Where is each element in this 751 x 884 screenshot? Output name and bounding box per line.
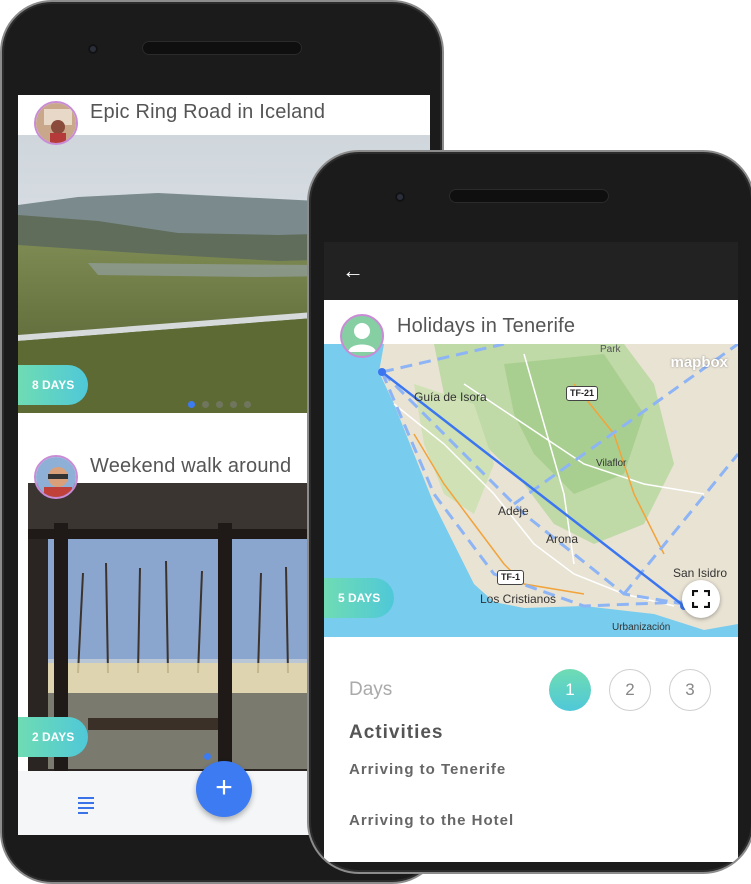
map-label: Vilaflor [596,458,627,469]
add-trip-button[interactable]: + [196,761,252,817]
mapbox-logo[interactable]: mapbox [670,354,728,371]
camera [88,44,98,54]
speaker [142,41,302,55]
fullscreen-button[interactable] [682,580,720,618]
speaker [449,189,609,203]
carousel-dots [188,401,251,408]
carousel-dots [204,753,211,760]
day-1-button[interactable]: 1 [549,669,591,711]
phone-detail: ← Park mapbox Guía de Isora TF-21 Vilafl… [307,150,751,874]
fullscreen-icon [692,590,710,608]
road-shield: TF-1 [497,570,524,585]
activity-item[interactable]: Arriving to Tenerife [349,761,506,778]
trip-title[interactable]: Weekend walk around [90,455,291,478]
trip-author-avatar[interactable] [34,455,78,499]
trip-duration-badge: 8 DAYS [18,365,89,405]
map-label: Adeje [498,504,529,518]
user-avatar-icon [340,314,384,358]
map-label: Arona [546,532,579,546]
carousel-dot[interactable] [244,401,251,408]
back-arrow-icon[interactable]: ← [342,260,364,282]
day-2-button[interactable]: 2 [609,669,651,711]
trip-duration-badge: 5 DAYS [324,578,395,618]
carousel-dot[interactable] [230,401,237,408]
map-label: San Isidro [673,566,728,580]
camera [395,192,405,202]
list-icon[interactable] [78,797,94,817]
carousel-dot[interactable] [216,401,223,408]
map-label: Urbanización [612,622,671,633]
map-label: Park [600,344,621,355]
trip-detail-screen: ← Park mapbox Guía de Isora TF-21 Vilafl… [324,242,738,862]
map-label: Guía de Isora [414,390,487,404]
trip-title[interactable]: Epic Ring Road in Iceland [90,101,325,124]
carousel-dot[interactable] [204,753,211,760]
activity-item[interactable]: Arriving to the Hotel [349,812,514,829]
carousel-dot[interactable] [188,401,195,408]
trip-title: Holidays in Tenerife [397,315,576,337]
road-shield: TF-21 [566,386,599,401]
day-3-button[interactable]: 3 [669,669,711,711]
trip-duration-badge: 2 DAYS [18,717,89,757]
carousel-dot[interactable] [202,401,209,408]
trip-author-avatar[interactable] [34,101,78,145]
app-bar: ← [324,242,738,300]
activities-heading: Activities [349,722,444,743]
days-label: Days [349,679,393,700]
map-label: Los Cristianos [480,592,557,606]
